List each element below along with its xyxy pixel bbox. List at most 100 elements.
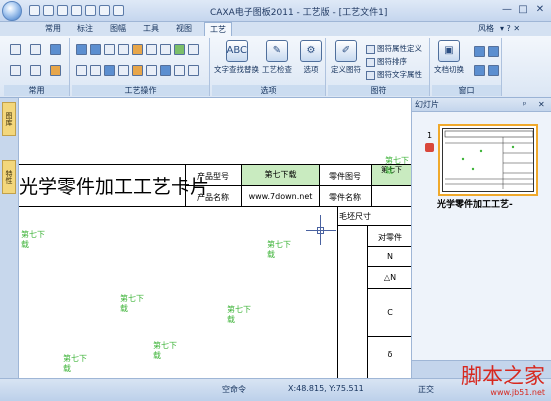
ortho-mode-toggle[interactable]: 正交 xyxy=(418,384,434,395)
define-graphic-button[interactable]: ✐ 定义图符 xyxy=(331,40,361,75)
left-dock-strip: 图库 特性 xyxy=(0,98,19,378)
side-tab-properties[interactable]: 特性 xyxy=(2,160,16,194)
delete-row-icon[interactable] xyxy=(160,44,171,55)
slide-type-icon xyxy=(425,143,434,152)
help-controls[interactable]: ▾ ? ✕ xyxy=(500,22,520,36)
windows-icon: ▣ xyxy=(438,40,460,62)
maximize-button[interactable]: □ xyxy=(516,3,530,17)
doc-switch-label: 文档切换 xyxy=(434,65,464,74)
thumbnail-preview-icon xyxy=(444,130,534,189)
export-icon[interactable] xyxy=(174,65,185,76)
side-tab-library[interactable]: 图库 xyxy=(2,102,16,136)
new-icon[interactable] xyxy=(10,44,21,55)
to-part-label: 对零件 xyxy=(378,233,402,242)
summary-icon[interactable] xyxy=(90,65,101,76)
props-icon xyxy=(366,44,375,54)
customize-quick-access-icon[interactable] xyxy=(113,5,124,16)
process-check-label: 工艺检查 xyxy=(262,65,292,74)
define-graphic-label: 定义图符 xyxy=(331,65,361,74)
table-line xyxy=(19,206,411,207)
product-model-value[interactable]: 第七下载 xyxy=(242,165,319,185)
style-dropdown[interactable]: 风格 xyxy=(478,22,494,36)
arrange-icon[interactable] xyxy=(488,65,499,76)
app-menu-button[interactable] xyxy=(2,1,22,21)
slide-thumbnail[interactable] xyxy=(438,124,538,196)
table-line xyxy=(337,225,411,226)
watermark-text: 第七下 载 xyxy=(153,341,177,360)
merge-icon[interactable] xyxy=(174,44,185,55)
fill-cell-icon[interactable] xyxy=(104,44,115,55)
part-drawing-label: 零件图号 xyxy=(329,172,361,181)
brush-icon: ✐ xyxy=(335,40,357,62)
table-line xyxy=(367,266,411,267)
zoom-icon[interactable] xyxy=(10,65,21,76)
product-name-value[interactable]: www.7down.net xyxy=(242,192,319,201)
options-button[interactable]: ⚙ 选项 xyxy=(300,40,322,75)
page-icon[interactable] xyxy=(146,65,157,76)
layer-icon[interactable] xyxy=(50,65,61,76)
tab-common[interactable]: 常用 xyxy=(40,22,66,36)
watermark-text: 第七下 载 xyxy=(63,354,87,373)
slides-panel-title: 幻灯片 xyxy=(415,100,439,109)
graphic-text-props-button[interactable]: 图符文字属性 xyxy=(366,69,422,80)
graphic-props-def-label: 图符属性定义 xyxy=(377,44,422,53)
command-status: 空命令 xyxy=(222,385,246,394)
group-graphics: ✐ 定义图符 图符属性定义 图符排序 图符文字属性 图符 xyxy=(328,38,430,96)
tab-frame[interactable]: 图幅 xyxy=(105,22,131,36)
watermark-text: 第七下 载 xyxy=(227,305,251,324)
edit-card-icon[interactable] xyxy=(132,44,143,55)
table-line xyxy=(319,164,320,206)
close-button[interactable]: ✕ xyxy=(533,3,547,17)
ribbon: 常用 工艺操作 ABC 文字查找替换 ✎ 工艺检查 ⚙ 选项 选项 ✐ 定义图符… xyxy=(0,36,551,98)
process-check-button[interactable]: ✎ 工艺检查 xyxy=(262,40,292,75)
print-icon[interactable] xyxy=(71,5,82,16)
sheet-icon[interactable] xyxy=(132,65,143,76)
tab-annotate[interactable]: 标注 xyxy=(72,22,98,36)
table-line xyxy=(185,185,411,186)
drawing-canvas[interactable]: 光学零件加工工艺卡片 产品型号 第七下载 零件图号 第七下 产品名称 www.7… xyxy=(19,98,411,378)
text-props-icon xyxy=(366,70,375,80)
new-file-icon[interactable] xyxy=(29,5,40,16)
table-line xyxy=(337,206,338,378)
paste-icon[interactable] xyxy=(50,44,61,55)
cascade-icon[interactable] xyxy=(474,46,485,57)
redo-icon[interactable] xyxy=(99,5,110,16)
link-icon[interactable] xyxy=(104,65,115,76)
play-icon[interactable] xyxy=(160,65,171,76)
graphic-sort-button[interactable]: 图符排序 xyxy=(366,56,407,67)
site-watermark: 脚本之家 www.jb51.net xyxy=(461,365,545,398)
group-label-window: 窗口 xyxy=(432,85,501,96)
insert-row-icon[interactable] xyxy=(146,44,157,55)
print-card-icon[interactable] xyxy=(188,65,199,76)
tile-vertical-icon[interactable] xyxy=(474,65,485,76)
text-find-replace-button[interactable]: ABC 文字查找替换 xyxy=(214,40,259,75)
process-card-icon[interactable] xyxy=(76,65,87,76)
split-icon[interactable] xyxy=(188,44,199,55)
minimize-button[interactable]: — xyxy=(500,3,514,17)
watermark-text: 第七下 载 xyxy=(385,156,409,175)
group-label-graphics: 图符 xyxy=(328,85,429,96)
tile-horizontal-icon[interactable] xyxy=(488,46,499,57)
doc-switch-button[interactable]: ▣ 文档切换 xyxy=(434,40,464,75)
tab-view[interactable]: 视图 xyxy=(171,22,197,36)
save-icon[interactable] xyxy=(57,5,68,16)
catalog-icon[interactable] xyxy=(118,65,129,76)
panel-close-icon[interactable]: ✕ xyxy=(538,98,545,112)
undo-icon[interactable] xyxy=(85,5,96,16)
row-c-label: C xyxy=(387,308,393,317)
table-line xyxy=(367,288,411,289)
arrow-left-icon[interactable] xyxy=(76,44,87,55)
tab-tools[interactable]: 工具 xyxy=(138,22,164,36)
slide-number: 1 xyxy=(427,131,433,140)
graphic-sort-label: 图符排序 xyxy=(377,57,407,66)
open-file-icon[interactable] xyxy=(43,5,54,16)
pin-icon[interactable]: ᵖ xyxy=(523,98,526,112)
pan-icon[interactable] xyxy=(30,65,41,76)
graphic-props-def-button[interactable]: 图符属性定义 xyxy=(366,43,422,54)
table-line xyxy=(367,246,411,247)
arrow-right-icon[interactable] xyxy=(90,44,101,55)
table-icon[interactable] xyxy=(118,44,129,55)
table-line xyxy=(185,164,186,206)
copy-icon[interactable] xyxy=(30,44,41,55)
tab-process[interactable]: 工艺 xyxy=(204,22,232,37)
